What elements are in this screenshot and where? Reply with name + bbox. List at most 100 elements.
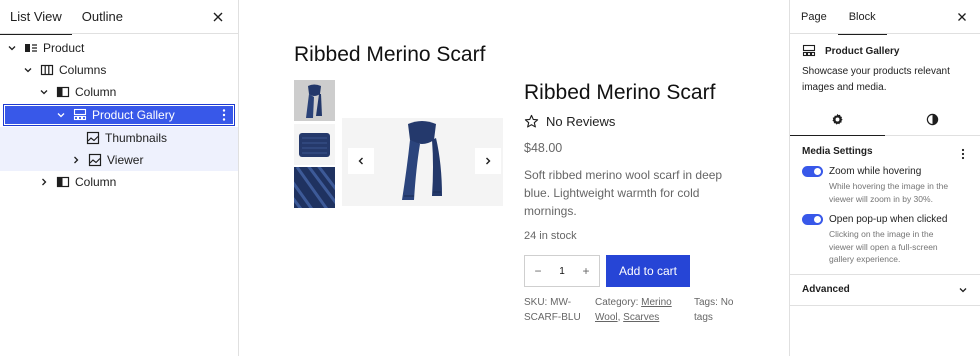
tree-item-label: Columns — [59, 63, 107, 77]
chevron-down-icon[interactable] — [55, 109, 67, 121]
list-view-tabs: List View Outline — [0, 0, 238, 35]
editor-canvas: Ribbed Merino Scarf Ribbed Merino Scarf … — [240, 0, 789, 356]
product-categories: Category: Merino Wool, Scarves — [595, 295, 672, 325]
chevron-left-icon — [358, 157, 363, 165]
chevron-right-icon — [486, 157, 491, 165]
gallery-icon — [802, 44, 816, 57]
popup-toggle[interactable] — [802, 214, 823, 225]
more-options-icon[interactable] — [961, 148, 965, 160]
tags-label: Tags: — [694, 297, 718, 308]
product-description[interactable]: Soft ribbed merino wool scarf in deep bl… — [524, 166, 724, 220]
divider — [790, 304, 980, 306]
tags-value: No — [720, 297, 734, 308]
column-icon — [56, 85, 70, 99]
tree-item-columns[interactable]: Columns — [0, 59, 238, 81]
product-rating[interactable]: No Reviews — [524, 114, 615, 129]
tab-list-view[interactable]: List View — [0, 0, 72, 35]
star-icon — [524, 114, 539, 128]
tags-value: tags — [694, 312, 713, 323]
columns-icon — [40, 63, 54, 77]
add-to-cart-button[interactable]: Add to cart — [606, 255, 690, 287]
inspector-tabs: Page Block — [790, 0, 980, 35]
contrast-icon — [926, 113, 939, 126]
product-tags: Tags: No tags — [694, 295, 733, 325]
sku-value: SCARF-BLU — [524, 312, 581, 323]
gear-icon — [832, 113, 843, 125]
tree-item-label: Column — [75, 175, 117, 189]
chevron-right-icon[interactable] — [70, 154, 82, 166]
quantity-input[interactable]: 1 — [559, 266, 565, 277]
stock-status[interactable]: 24 in stock — [524, 230, 577, 242]
product-price[interactable]: $48.00 — [524, 141, 562, 155]
category-link-scarves[interactable]: Scarves — [623, 312, 659, 323]
product-icon — [24, 41, 38, 55]
advanced-label: Advanced — [802, 284, 850, 295]
zoom-hover-option: Zoom while hovering — [802, 166, 968, 177]
tree-item-product[interactable]: Product — [0, 37, 238, 59]
category-separator: , — [617, 312, 621, 323]
tree-item-column-2[interactable]: Column — [0, 171, 238, 193]
quantity-stepper[interactable]: − 1 + — [524, 255, 600, 287]
next-image-button[interactable] — [475, 148, 501, 174]
tree-item-viewer[interactable]: Viewer — [0, 149, 238, 171]
tree-item-label: Column — [75, 85, 117, 99]
popup-label: Open pop-up when clicked — [829, 214, 948, 225]
reviews-label: No Reviews — [546, 114, 616, 129]
gallery-viewer[interactable] — [342, 118, 503, 206]
chevron-down-icon[interactable] — [6, 42, 18, 54]
sku-value: MW- — [550, 297, 572, 308]
block-tree: Product Columns Column Product Gallery T… — [0, 34, 238, 193]
block-name: Product Gallery — [825, 45, 900, 57]
tree-item-label: Viewer — [107, 153, 144, 167]
tab-block[interactable]: Block — [837, 0, 887, 35]
tab-outline[interactable]: Outline — [72, 0, 133, 34]
product-sku: SKU: MW- SCARF-BLU — [524, 295, 581, 325]
list-view-panel: List View Outline Product Columns Column… — [0, 0, 239, 356]
more-options-icon[interactable] — [222, 108, 226, 122]
block-card-header: Product Gallery — [802, 44, 968, 58]
tree-item-label: Product — [43, 41, 85, 55]
inspector-subtabs — [790, 110, 980, 136]
tree-item-thumbnails[interactable]: Thumbnails — [0, 127, 238, 149]
tab-page[interactable]: Page — [790, 0, 838, 34]
popup-option: Open pop-up when clicked — [802, 214, 968, 225]
popup-help: Clicking on the image in the viewer will… — [829, 229, 938, 264]
decrease-quantity-button[interactable]: − — [533, 264, 543, 278]
increase-quantity-button[interactable]: + — [581, 264, 591, 278]
tree-item-column[interactable]: Column — [0, 81, 238, 103]
gallery-thumbnail[interactable] — [294, 167, 335, 208]
category-link-merino-wool[interactable]: Wool — [595, 312, 618, 323]
chevron-down-icon[interactable] — [22, 64, 34, 76]
tab-settings[interactable] — [790, 110, 885, 136]
close-icon[interactable] — [955, 10, 969, 24]
gallery-thumbnail[interactable] — [294, 124, 335, 165]
advanced-panel-toggle[interactable]: Advanced — [790, 275, 980, 305]
zoom-hover-label: Zoom while hovering — [829, 166, 922, 177]
image-icon — [86, 131, 100, 145]
zoom-hover-toggle[interactable] — [802, 166, 823, 177]
block-inspector: Page Block Product Gallery Showcase your… — [789, 0, 980, 356]
previous-image-button[interactable] — [348, 148, 374, 174]
media-settings-panel: Media Settings Zoom while hovering While… — [790, 136, 980, 266]
chevron-down-icon — [959, 287, 967, 292]
tab-styles[interactable] — [885, 110, 980, 135]
page-title[interactable]: Ribbed Merino Scarf — [294, 43, 485, 67]
category-label: Category: — [595, 297, 639, 308]
zoom-hover-help: While hovering the image in the viewer w… — [829, 181, 949, 204]
gallery-icon — [73, 108, 87, 122]
tree-item-label: Thumbnails — [105, 131, 168, 145]
column-icon — [56, 175, 70, 189]
block-description: Showcase your products relevant images a… — [802, 66, 950, 93]
media-settings-title[interactable]: Media Settings — [802, 146, 968, 157]
sku-label: SKU: — [524, 297, 548, 308]
block-card: Product Gallery Showcase your products r… — [790, 34, 980, 96]
tree-item-product-gallery[interactable]: Product Gallery — [3, 104, 235, 126]
chevron-down-icon[interactable] — [38, 86, 50, 98]
gallery-thumbnail[interactable] — [294, 80, 335, 121]
chevron-right-icon[interactable] — [38, 176, 50, 188]
image-icon — [88, 153, 102, 167]
category-link-merino-wool[interactable]: Merino — [641, 297, 672, 308]
tree-item-label: Product Gallery — [92, 108, 175, 122]
product-title[interactable]: Ribbed Merino Scarf — [524, 81, 715, 105]
close-icon[interactable] — [210, 9, 226, 25]
